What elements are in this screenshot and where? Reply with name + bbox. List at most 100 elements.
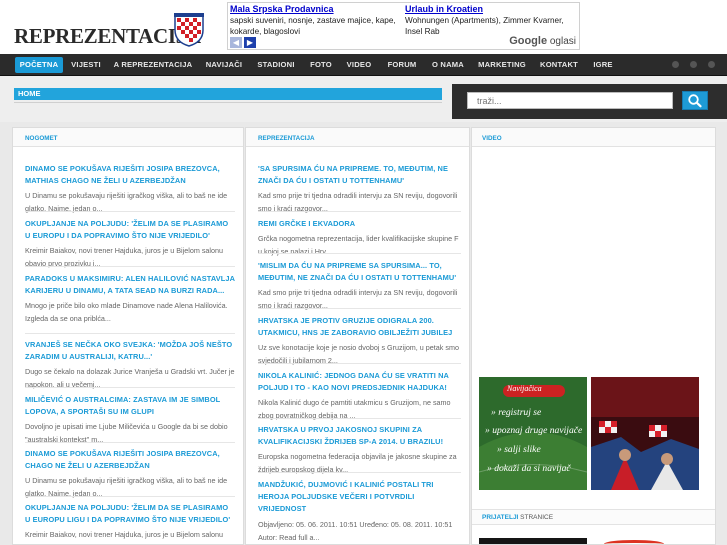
ads-label: oglasi xyxy=(549,36,576,47)
article-title[interactable]: HRVATSKA JE PROTIV GRUZIJE ODIGRALA 200.… xyxy=(258,315,461,339)
divider xyxy=(25,442,235,443)
article-title[interactable]: HRVATSKA U PRVOJ JAKOSNOJ SKUPINI ZA KVA… xyxy=(258,424,461,448)
article-title[interactable]: DINAMO SE POKUŠAVA RIJEŠITI JOSIPA BREZO… xyxy=(25,163,235,187)
nav-item-foto[interactable]: FOTO xyxy=(307,57,335,73)
article-title[interactable]: 'MISLIM DA ĆU NA PRIPREME SA SPURSIMA...… xyxy=(258,260,461,284)
promo-heading: Navijačica xyxy=(507,384,542,393)
search-input[interactable] xyxy=(467,92,673,109)
divider xyxy=(258,472,461,473)
site-logo[interactable]: REPREZENTACIJA xyxy=(14,12,219,48)
divider xyxy=(258,308,461,309)
divider xyxy=(14,102,442,103)
article-title[interactable]: VRANJEŠ SE NEČKA OKO SVEJKA: 'MOŽDA JOŠ … xyxy=(25,339,235,363)
video-column: VIDEO Navijačica » registruj se » upozna… xyxy=(471,127,716,545)
google-logo: Google xyxy=(509,35,548,47)
article-excerpt: Grčka nogometna reprezentacija, lider kv… xyxy=(258,234,459,257)
promo-line: » upoznaj druge navijače xyxy=(485,425,583,436)
friends-section-title: PRIJATELJI STRANICE xyxy=(472,509,715,525)
fans-photo-image xyxy=(591,377,699,490)
article-title[interactable]: REMI GRČKE I EKVADORA xyxy=(258,218,461,230)
article-title[interactable]: 'SA SPURSIMA ĆU NA PRIPREME. TO, MEĐUTIM… xyxy=(258,163,461,187)
ad-text: Wohnungen (Apartments), Zimmer Kvarner, … xyxy=(405,16,564,36)
article-item: MILIČEVIĆ O AUSTRALCIMA: ZASTAVA IM JE S… xyxy=(13,394,243,446)
divider xyxy=(258,418,461,419)
article-item: OKUPLJANJE NA POLJUDU: 'ŽELIM DA SE PLAS… xyxy=(13,502,243,544)
article-item: NIKOLA KALINIĆ: JEDNOG DANA ĆU SE VRATIT… xyxy=(246,370,469,422)
croatia-shield-icon xyxy=(174,13,204,47)
article-item: DINAMO SE POKUŠAVA RIJEŠITI JOSIPA BREZO… xyxy=(13,163,243,215)
site-header: REPREZENTACIJA Mala Srpska Prodavnica sa… xyxy=(0,0,727,54)
nav-item-stadioni[interactable]: STADIONI xyxy=(254,57,298,73)
navijaci-promo-banner[interactable]: Navijačica » registruj se » upoznaj drug… xyxy=(479,377,587,490)
article-item: 'MISLIM DA ĆU NA PRIPREME SA SPURSIMA...… xyxy=(246,260,469,312)
nav-item-a-reprezentacija[interactable]: A REPREZENTACIJA xyxy=(113,57,193,73)
nav-item-igre[interactable]: IGRE xyxy=(590,57,616,73)
promo-line: » dokaži da si navijač xyxy=(487,463,571,474)
column-title[interactable]: NOGOMET xyxy=(13,128,243,147)
breadcrumb: HOME xyxy=(14,88,442,100)
article-excerpt: Objavljeno: 05. 06. 2011. 10:51 Uređeno:… xyxy=(258,519,453,542)
ad-entry: Mala Srpska Prodavnica sapski suveniri, … xyxy=(230,4,402,37)
ad-prev-arrow-icon[interactable]: ◀ xyxy=(230,37,242,48)
article-title[interactable]: NIKOLA KALINIĆ: JEDNOG DANA ĆU SE VRATIT… xyxy=(258,370,461,394)
article-item: OKUPLJANJE NA POLJUDU: 'ŽELIM DA SE PLAS… xyxy=(13,218,243,270)
divider xyxy=(258,363,461,364)
article-item: DINAMO SE POKUŠAVA RIJEŠITI JOSIPA BREZO… xyxy=(13,448,243,500)
article-item: HRVATSKA JE PROTIV GRUZIJE ODIGRALA 200.… xyxy=(246,315,469,367)
article-excerpt: Kreimir Baiakov, novi trener Hajduka, ju… xyxy=(25,530,224,544)
search-icon xyxy=(688,94,702,108)
ad-text: sapski suveniri, nosnje, zastave majice,… xyxy=(230,16,396,36)
ad-link[interactable]: Urlaub in Kroatien xyxy=(405,4,577,15)
fans-photo[interactable] xyxy=(591,377,699,490)
nav-dot-icon[interactable] xyxy=(690,61,697,68)
article-item: HRVATSKA U PRVOJ JAKOSNOJ SKUPINI ZA KVA… xyxy=(246,424,469,476)
search-button[interactable] xyxy=(682,91,708,110)
partner-logo[interactable] xyxy=(604,540,664,544)
nav-item-video[interactable]: VIDEO xyxy=(344,57,374,73)
friends-label: PRIJATELJI xyxy=(482,514,519,521)
nav-dot-icon[interactable] xyxy=(672,61,679,68)
article-title[interactable]: MANDŽUKIĆ, DUJMOVIĆ I KALINIĆ POSTALI TR… xyxy=(258,479,461,516)
ad-entry: Urlaub in Kroatien Wohnungen (Apartments… xyxy=(405,4,577,37)
divider xyxy=(25,333,235,334)
nav-item-marketing[interactable]: MARKETING xyxy=(476,57,528,73)
reprezentacija-column: REPREZENTACIJA 'SA SPURSIMA ĆU NA PRIPRE… xyxy=(245,127,470,545)
divider xyxy=(258,211,461,212)
article-title[interactable]: DINAMO SE POKUŠAVA RIJEŠITI JOSIPA BREZO… xyxy=(25,448,235,472)
article-title[interactable]: PARADOKS U MAKSIMIRU: ALEN HALILOVIĆ NAS… xyxy=(25,273,235,297)
google-ads-brand[interactable]: Google oglasi xyxy=(509,35,576,47)
nav-dot-icon[interactable] xyxy=(708,61,715,68)
nav-item-o-nama[interactable]: O NAMA xyxy=(428,57,468,73)
google-ad-box: Mala Srpska Prodavnica sapski suveniri, … xyxy=(227,2,580,50)
main-nav: POČETNA VIJESTI A REPREZENTACIJA NAVIJAČ… xyxy=(0,54,727,76)
nav-item-forum[interactable]: FORUM xyxy=(385,57,419,73)
divider xyxy=(258,253,461,254)
article-title[interactable]: OKUPLJANJE NA POLJUDU: 'ŽELIM DA SE PLAS… xyxy=(25,218,235,242)
divider xyxy=(25,266,235,267)
nav-item-vijesti[interactable]: VIJESTI xyxy=(69,57,103,73)
friends-sublabel: STRANICE xyxy=(520,514,554,521)
divider xyxy=(25,387,235,388)
breadcrumb-home[interactable]: HOME xyxy=(18,88,41,100)
column-title[interactable]: VIDEO xyxy=(472,128,715,147)
article-item: 'SA SPURSIMA ĆU NA PRIPREME. TO, MEĐUTIM… xyxy=(246,163,469,215)
ad-link[interactable]: Mala Srpska Prodavnica xyxy=(230,4,402,15)
divider xyxy=(25,211,235,212)
search-panel xyxy=(452,84,727,119)
nav-item-kontakt[interactable]: KONTAKT xyxy=(536,57,582,73)
promo-line: » salji slike xyxy=(497,444,541,455)
article-item: PARADOKS U MAKSIMIRU: ALEN HALILOVIĆ NAS… xyxy=(13,273,243,325)
nav-item-pocetna[interactable]: POČETNA xyxy=(15,57,63,73)
article-item: MANDŽUKIĆ, DUJMOVIĆ I KALINIĆ POSTALI TR… xyxy=(246,479,469,544)
article-title[interactable]: OKUPLJANJE NA POLJUDU: 'ŽELIM DA SE PLAS… xyxy=(25,502,235,526)
article-item: VRANJEŠ SE NEČKA OKO SVEJKA: 'MOŽDA JOŠ … xyxy=(13,339,243,391)
article-excerpt: Mnogo je priče bilo oko mlade Dinamove n… xyxy=(25,301,228,324)
nogomet-column: NOGOMET DINAMO SE POKUŠAVA RIJEŠITI JOSI… xyxy=(12,127,244,545)
divider xyxy=(25,496,235,497)
partner-banner[interactable] xyxy=(479,538,587,544)
nav-item-navijaci[interactable]: NAVIJAČI xyxy=(203,57,245,73)
column-title[interactable]: REPREZENTACIJA xyxy=(246,128,469,147)
promo-line: » registruj se xyxy=(491,407,542,418)
article-title[interactable]: MILIČEVIĆ O AUSTRALCIMA: ZASTAVA IM JE S… xyxy=(25,394,235,418)
ad-next-arrow-icon[interactable]: ▶ xyxy=(244,37,256,48)
